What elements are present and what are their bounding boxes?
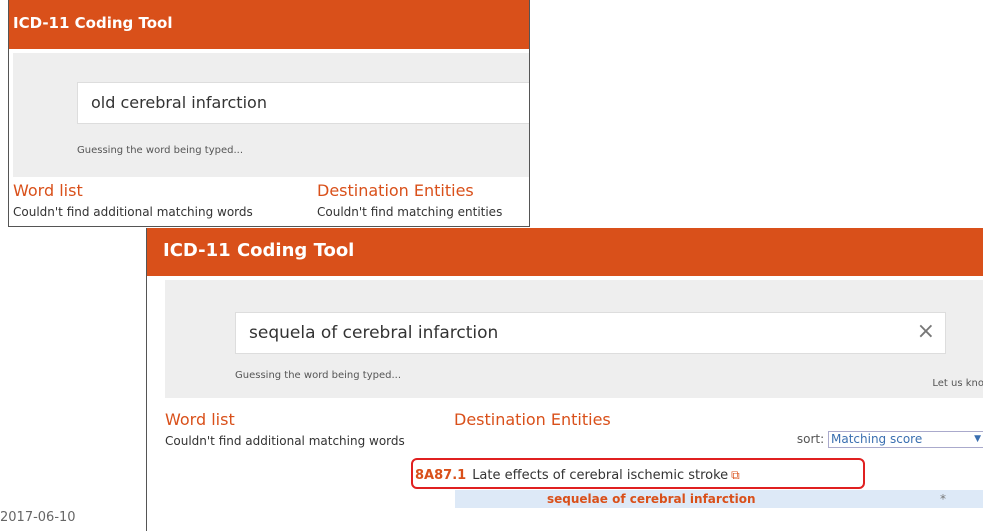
match-detail-row: sequelae of cerebral infarction *	[455, 490, 983, 508]
match-star: *	[940, 492, 946, 506]
entities-message: Couldn't find matching entities	[317, 205, 503, 219]
search-query[interactable]: old cerebral infarction	[91, 93, 267, 112]
panel-title: ICD-11 Coding Tool	[9, 0, 529, 49]
match-text: sequelae of cerebral infarction	[547, 492, 756, 506]
search-input[interactable]: old cerebral infarction	[77, 82, 529, 124]
word-list-message: Couldn't find additional matching words	[165, 434, 405, 448]
sort-label: sort:	[796, 432, 825, 446]
sort-value: Matching score	[831, 432, 923, 446]
entities-title: Destination Entities	[454, 410, 611, 429]
search-query[interactable]: sequela of cerebral infarction	[249, 323, 498, 343]
search-area: old cerebral infarction Guessing the wor…	[13, 53, 529, 177]
sort-select[interactable]: Matching score ▼	[828, 431, 983, 448]
coding-tool-panel-2: ICD-11 Coding Tool sequela of cerebral i…	[146, 228, 983, 531]
word-list-title: Word list	[165, 410, 235, 429]
search-area: sequela of cerebral infarction × Guessin…	[165, 280, 983, 398]
feedback-link[interactable]: Let us kno	[932, 378, 983, 389]
sort-control: sort: Matching score ▼	[797, 431, 983, 448]
search-input[interactable]: sequela of cerebral infarction ×	[235, 312, 946, 354]
entity-result[interactable]: 8A87.1 Late effects of cerebral ischemic …	[415, 463, 803, 487]
entity-label[interactable]: Late effects of cerebral ischemic stroke	[472, 468, 728, 483]
word-list-message: Couldn't find additional matching words	[13, 205, 253, 219]
external-link-icon[interactable]: ⧉	[731, 468, 740, 482]
search-hint: Guessing the word being typed...	[235, 370, 402, 381]
entities-title: Destination Entities	[317, 181, 474, 200]
close-icon[interactable]: ×	[917, 319, 935, 344]
date-stamp: 2017-06-10	[0, 510, 76, 525]
entity-code[interactable]: 8A87.1	[415, 468, 466, 483]
coding-tool-panel-1: ICD-11 Coding Tool old cerebral infarcti…	[8, 0, 530, 227]
chevron-down-icon: ▼	[974, 434, 981, 444]
search-hint: Guessing the word being typed...	[77, 145, 244, 156]
panel-title: ICD-11 Coding Tool	[147, 228, 983, 276]
word-list-title: Word list	[13, 181, 83, 200]
